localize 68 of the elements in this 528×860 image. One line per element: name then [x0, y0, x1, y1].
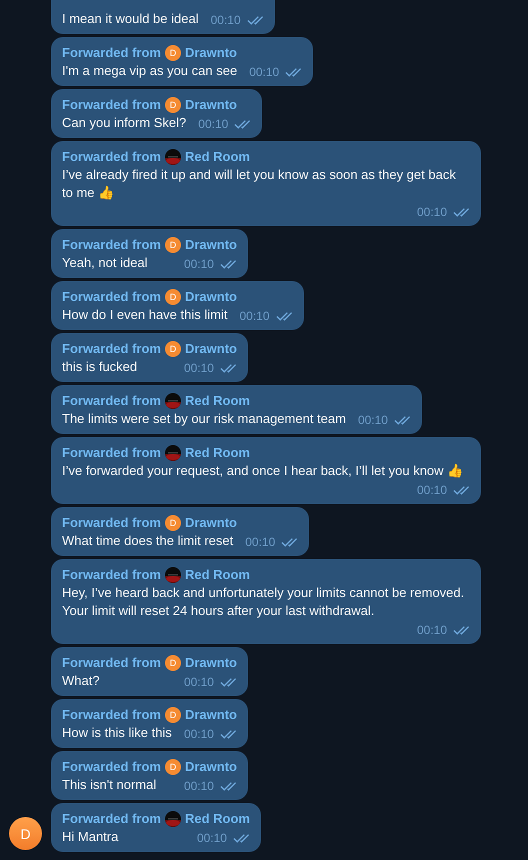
source-avatar: D — [164, 655, 181, 671]
source-name[interactable]: Drawnto — [184, 340, 237, 358]
forward-label: Forwarded from — [62, 444, 161, 462]
forward-label: Forwarded from — [62, 566, 161, 584]
forward-label: Forwarded from — [62, 654, 161, 672]
message-time: 00:10 — [198, 116, 228, 132]
forward-label: Forwarded from — [62, 810, 161, 828]
message-text: I’ve already fired it up and will let you know as soon as they get back to me 👍 — [62, 166, 457, 202]
source-name[interactable]: Red Room — [184, 148, 250, 166]
message-time: 00:10 — [184, 256, 214, 272]
source-avatar: D — [164, 707, 181, 723]
message-text: This isn't normal — [62, 776, 156, 794]
message-text: The limits were set by our risk management team — [62, 410, 346, 428]
message-time: 00:10 — [416, 482, 447, 498]
forward-label: Forwarded from — [62, 340, 161, 358]
forward-label: Forwarded from — [62, 44, 161, 62]
source-avatar: D — [164, 45, 181, 61]
forward-label: Forwarded from — [62, 706, 161, 724]
forward-label: Forwarded from — [62, 96, 161, 114]
source-name[interactable]: Drawnto — [184, 96, 237, 114]
sender-avatar[interactable]: D — [9, 817, 42, 850]
source-name[interactable]: Red Room — [184, 392, 250, 410]
source-avatar: D — [164, 341, 181, 357]
message-time: 00:10 — [358, 412, 388, 428]
source-name[interactable]: Drawnto — [184, 514, 237, 532]
source-name[interactable]: Drawnto — [184, 706, 237, 724]
message-text: I’ve forwarded your request, and once I hear back, I’ll let you know 👍 — [62, 462, 464, 480]
source-name[interactable]: Red Room — [184, 444, 250, 462]
message-text: What time does the limit reset — [62, 532, 234, 550]
source-name[interactable]: Drawnto — [184, 758, 237, 776]
message-text: Can you inform Skel? — [62, 114, 186, 132]
message-time: 00:10 — [196, 830, 227, 846]
message-time: 00:10 — [245, 534, 276, 550]
message-text: Hey, I’ve heard back and unfortunately your limits cannot be removed. Your limit will reset 24 hours after your last withdrawal. — [62, 584, 466, 620]
message-time: 00:10 — [184, 726, 214, 742]
source-name[interactable]: Drawnto — [184, 654, 237, 672]
message-text: I'm a mega vip as you can see — [62, 62, 238, 80]
message-text: What? — [62, 672, 100, 690]
source-avatar: D — [164, 759, 181, 775]
message-time: 00:10 — [210, 12, 241, 28]
message-text: Hi Mantra — [62, 828, 118, 846]
message-text: I mean it would be ideal — [62, 10, 199, 28]
message-time: 00:10 — [184, 360, 214, 376]
source-name[interactable]: Red Room — [184, 810, 250, 828]
forward-label: Forwarded from — [62, 148, 161, 166]
forward-label: Forwarded from — [62, 514, 161, 532]
source-name[interactable]: Drawnto — [184, 44, 237, 62]
forward-label: Forwarded from — [62, 392, 161, 410]
source-name[interactable]: Drawnto — [184, 288, 237, 306]
message-time: 00:10 — [184, 778, 214, 794]
message-time: 00:10 — [416, 622, 447, 638]
source-avatar: D — [164, 289, 181, 305]
message-time: 00:10 — [249, 64, 280, 80]
message-time: 00:10 — [416, 204, 447, 220]
forward-label: Forwarded from — [62, 758, 161, 776]
message-text: Yeah, not ideal — [62, 254, 148, 272]
message-text: How do I even have this limit — [62, 306, 228, 324]
message-time: 00:10 — [239, 308, 270, 324]
message-text: How is this like this — [62, 724, 172, 742]
source-name[interactable]: Red Room — [184, 566, 250, 584]
message-time: 00:10 — [184, 674, 214, 690]
forward-label: Forwarded from — [62, 236, 161, 254]
source-avatar: D — [164, 237, 181, 253]
source-avatar: D — [164, 97, 181, 113]
message-text: this is fucked — [62, 358, 138, 376]
source-avatar: D — [164, 515, 181, 531]
source-name[interactable]: Drawnto — [184, 236, 237, 254]
forward-label: Forwarded from — [62, 288, 161, 306]
